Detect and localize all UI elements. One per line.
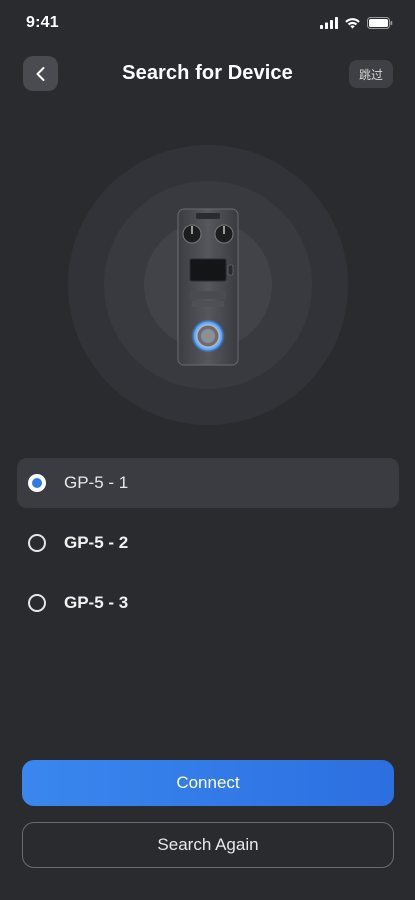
skip-button[interactable]: 跳过 <box>348 60 393 88</box>
device-item-gp5-2[interactable]: GP-5 - 2 <box>17 518 399 568</box>
battery-icon <box>367 17 393 29</box>
header: Search for Device 跳过 <box>0 56 415 94</box>
radio-button[interactable] <box>28 534 46 552</box>
radio-button-selected[interactable] <box>28 474 46 492</box>
device-list: GP-5 - 1 GP-5 - 2 GP-5 - 3 <box>17 458 399 638</box>
cellular-signal-icon <box>320 17 338 29</box>
device-label: GP-5 - 2 <box>64 533 129 552</box>
status-icons <box>320 14 393 32</box>
search-again-button[interactable]: Search Again <box>22 822 394 868</box>
guitar-pedal-image <box>177 208 239 366</box>
status-bar: 9:41 <box>0 0 415 48</box>
device-label: GP-5 - 3 <box>64 593 129 612</box>
device-item-gp5-3[interactable]: GP-5 - 3 <box>17 578 399 628</box>
wifi-icon <box>345 18 360 29</box>
device-search-radar <box>68 145 348 425</box>
connect-button[interactable]: Connect <box>22 760 394 806</box>
status-time: 9:41 <box>26 14 59 31</box>
radio-button[interactable] <box>28 594 46 612</box>
device-item-gp5-1[interactable]: GP-5 - 1 <box>17 458 399 508</box>
device-label: GP-5 - 1 <box>64 473 129 492</box>
